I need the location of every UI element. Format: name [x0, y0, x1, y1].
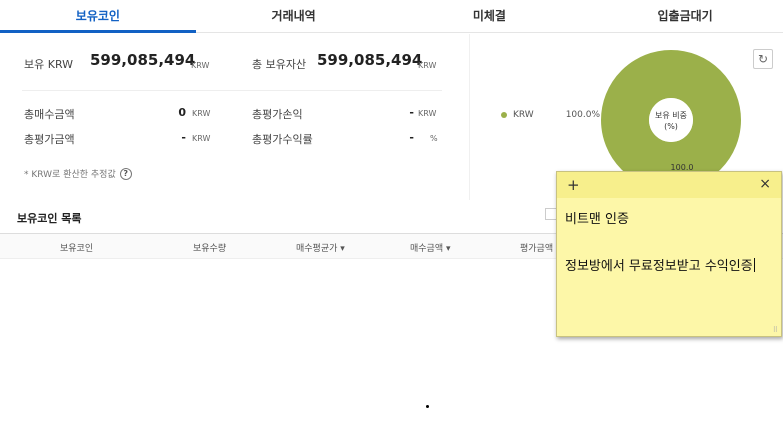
donut-hole — [649, 98, 693, 142]
krw-estimate-note-text: * KRW로 환산한 추정값 — [24, 170, 116, 180]
stray-dot — [426, 405, 429, 408]
donut-center-unit: (%) — [664, 122, 678, 131]
holding-krw-unit: KRW — [191, 61, 210, 70]
col-coin: 보유코인 — [60, 244, 94, 254]
tab-transactions[interactable]: 거래내역 — [196, 0, 392, 32]
sticky-note-line-2[interactable]: 정보방에서 무료정보받고 수익인증 — [565, 255, 755, 274]
holding-krw-label: 보유 KRW — [24, 58, 74, 71]
total-buy-label: 총매수금액 — [24, 108, 75, 121]
total-eval-value: - — [181, 131, 186, 144]
sticky-note-toolbar: + × — [557, 172, 781, 198]
help-icon[interactable]: ? — [119, 167, 132, 180]
text-caret — [753, 258, 755, 272]
sticky-note-line-1[interactable]: 비트맨 인증 — [565, 208, 629, 227]
plus-icon[interactable]: + — [567, 176, 580, 194]
tab-open-orders[interactable]: 미체결 — [392, 0, 588, 32]
total-buy-value: 0 — [178, 106, 186, 119]
total-eval-label: 총평가금액 — [24, 133, 75, 146]
holdings-list-title: 보유코인 목록 — [17, 212, 82, 225]
total-assets-value: 599,085,494 — [317, 51, 423, 69]
resize-grip-icon[interactable]: ⠿ — [773, 326, 778, 334]
total-pl-value: - — [409, 106, 414, 119]
col-quantity: 보유수량 — [193, 244, 227, 254]
asset-summary: 보유 KRW 599,085,494 KRW 총 보유자산 599,085,49… — [0, 34, 470, 200]
close-icon[interactable]: × — [759, 176, 771, 192]
sticky-note[interactable]: + × 비트맨 인증 정보방에서 무료정보받고 수익인증 ⠿ — [556, 171, 782, 337]
total-return-value: - — [409, 131, 414, 144]
total-return-unit: % — [430, 134, 438, 143]
total-pl-label: 총평가손익 — [252, 108, 303, 121]
total-assets-label: 총 보유자산 — [252, 58, 307, 71]
tab-holdings[interactable]: 보유코인 — [0, 0, 196, 33]
col-avg-buy-price[interactable]: 매수평균가 ▾ — [296, 241, 345, 254]
tab-bar: 보유코인 거래내역 미체결 입출금대기 — [0, 0, 783, 33]
total-assets-unit: KRW — [418, 61, 437, 70]
tab-deposit-withdraw-pending[interactable]: 입출금대기 — [587, 0, 783, 32]
col-eval-amount: 평가금액 — [520, 244, 554, 254]
total-eval-unit: KRW — [192, 134, 211, 143]
sticky-note-line-2-text: 정보방에서 무료정보받고 수익인증 — [565, 259, 753, 274]
total-pl-unit: KRW — [418, 109, 437, 118]
holding-krw-value: 599,085,494 — [90, 51, 196, 69]
refresh-button[interactable]: ↻ — [753, 49, 773, 69]
total-buy-unit: KRW — [192, 109, 211, 118]
total-return-label: 총평가수익률 — [252, 133, 313, 146]
krw-estimate-note: * KRW로 환산한 추정값 ? — [24, 167, 132, 180]
col-buy-amount[interactable]: 매수금액 ▾ — [410, 241, 451, 254]
summary-divider — [22, 90, 442, 91]
donut-center-label: 보유 비중 — [655, 111, 687, 120]
